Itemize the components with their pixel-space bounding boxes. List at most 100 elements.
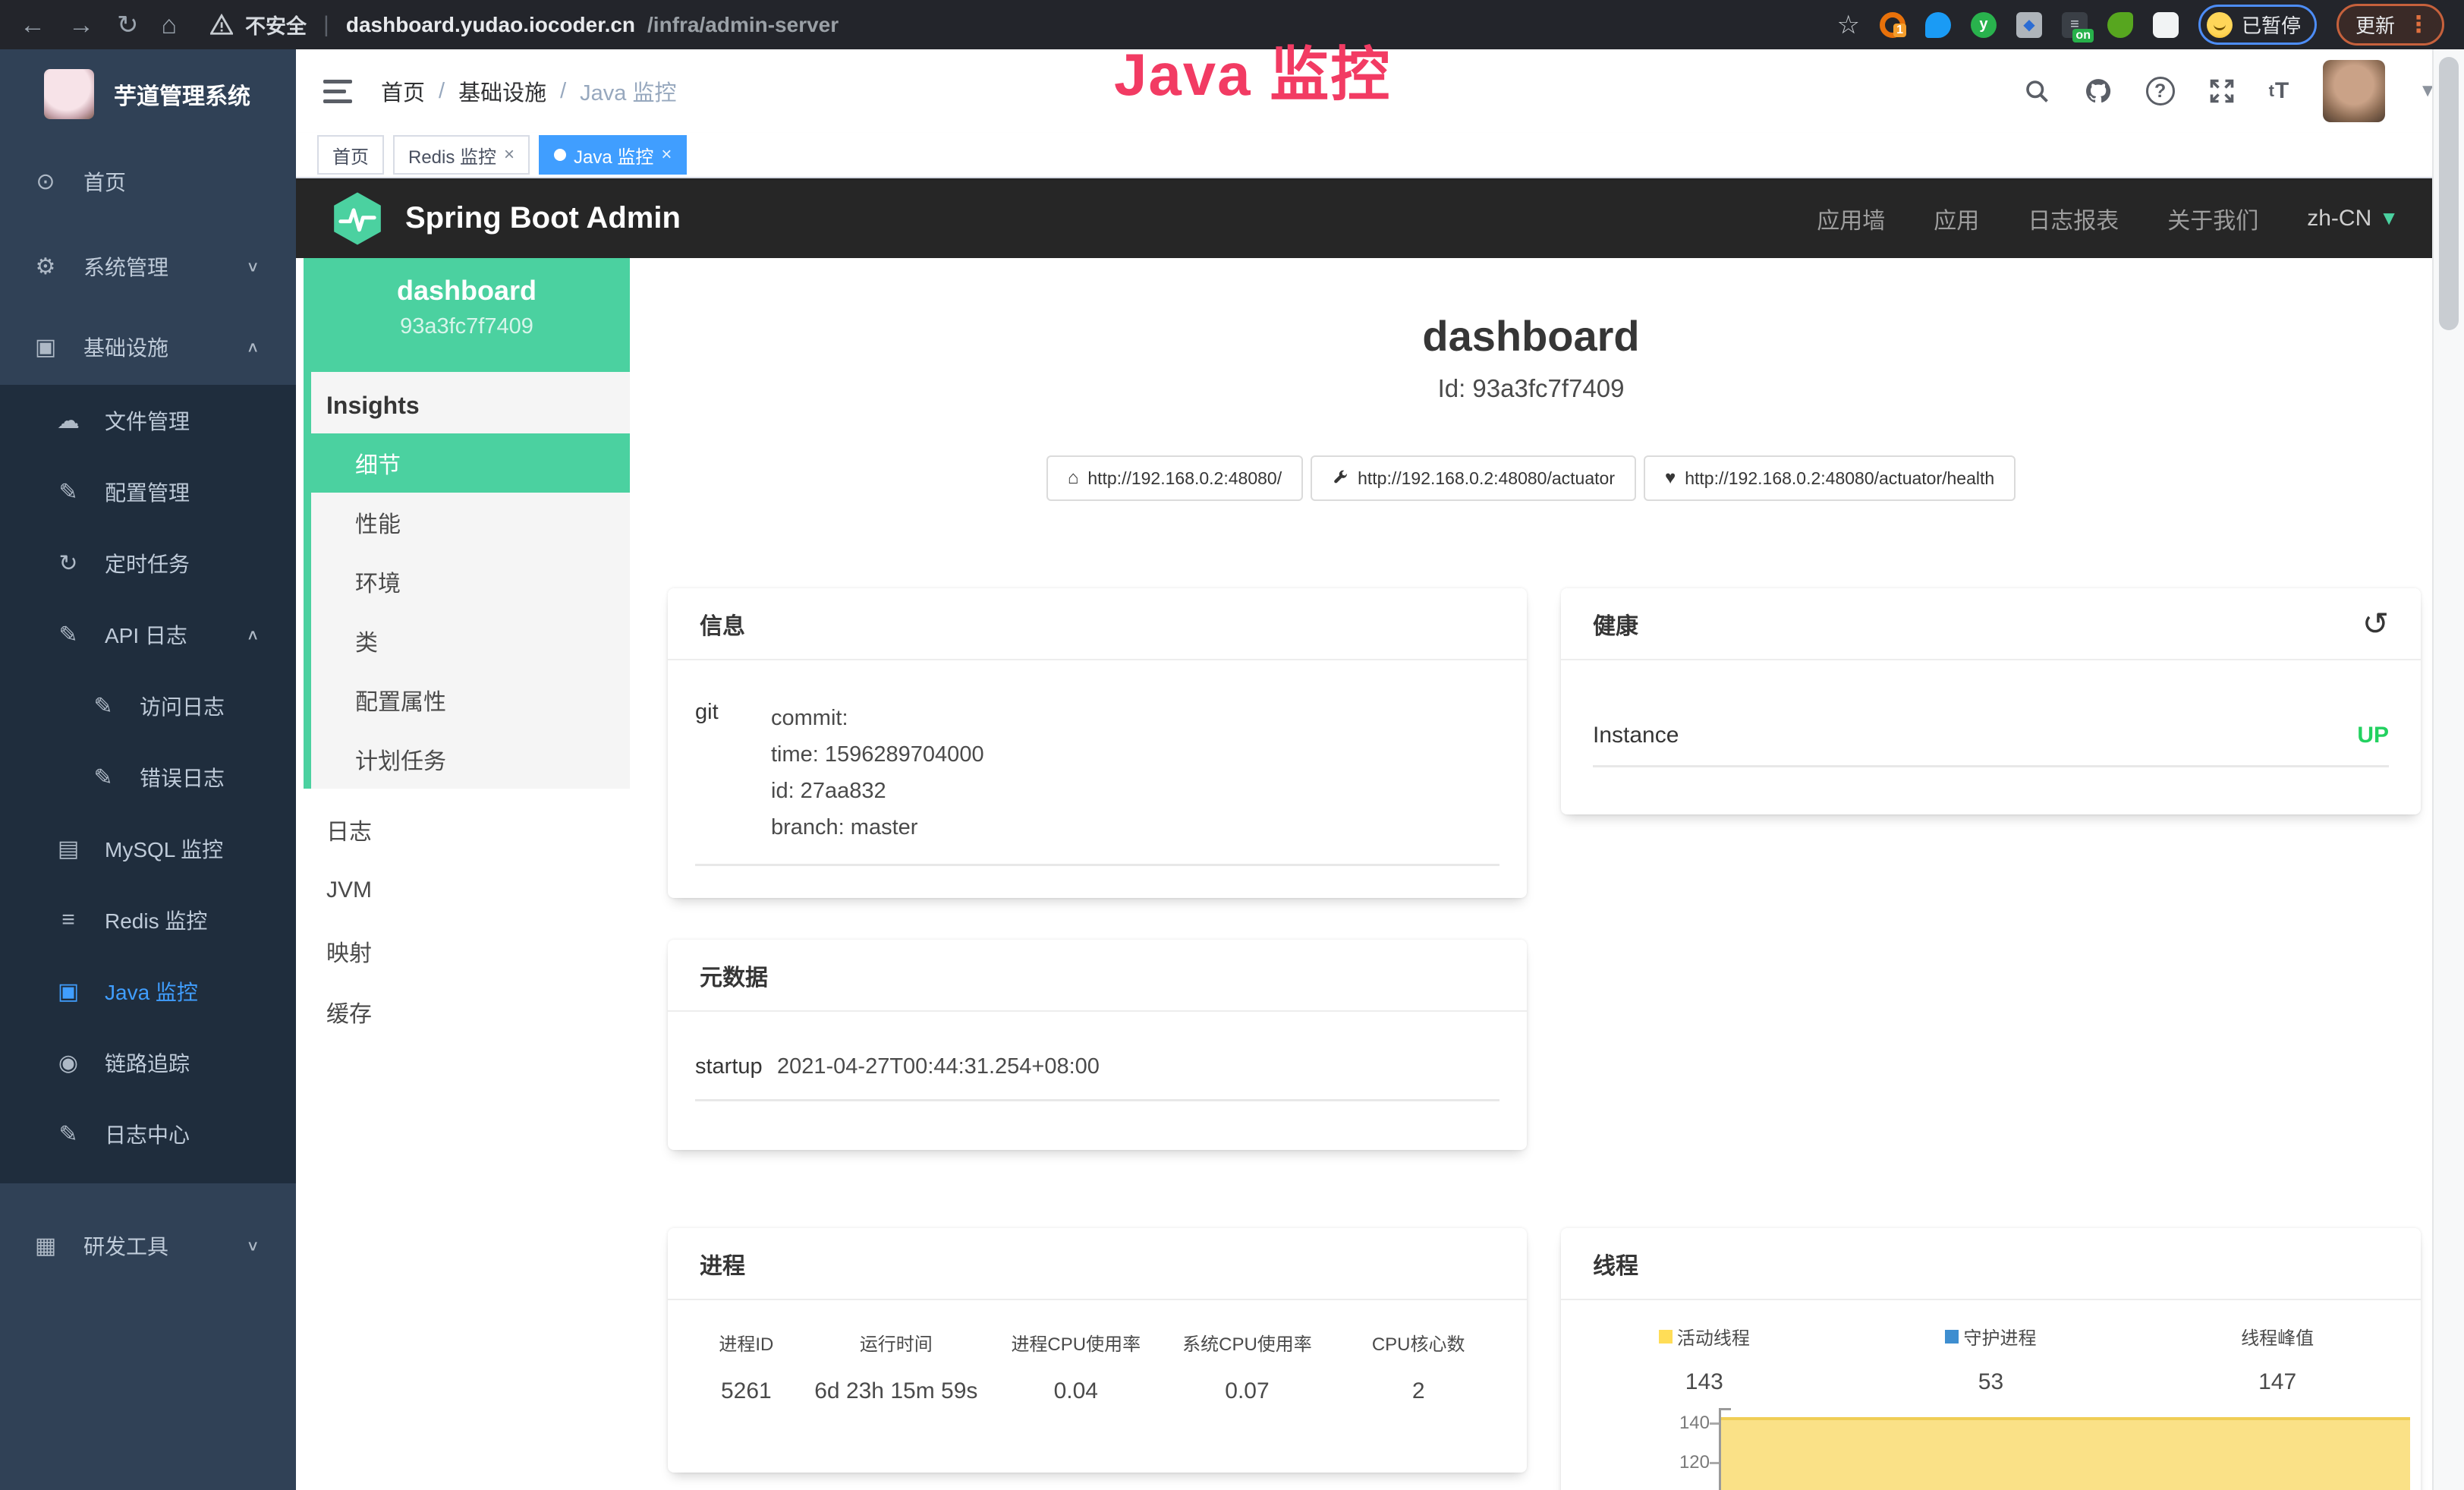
sba-brand[interactable]: Spring Boot Admin [329, 191, 681, 247]
instance-id-line: Id: 93a3fc7f7409 [630, 374, 2432, 403]
sidebar-item-trace[interactable]: ◉ 链路追踪 [0, 1027, 296, 1098]
extension-icon[interactable] [1925, 12, 1951, 38]
sidebar-item-access-logs[interactable]: ✎ 访问日志 [0, 670, 296, 742]
profile-paused-badge[interactable]: 已暂停 [2198, 5, 2317, 45]
history-icon[interactable]: ↺ [2362, 608, 2389, 640]
sidebar-item-label: Redis 监控 [105, 905, 207, 935]
sba-menu-details[interactable]: 细节 [304, 433, 630, 493]
address-bar[interactable]: 不安全 | dashboard.yudao.iocoder.cn/infra/a… [210, 10, 839, 39]
scrollbar-thumb[interactable] [2439, 57, 2459, 330]
extension-icon[interactable]: ◆ [2016, 12, 2042, 38]
sidebar-item-log-center[interactable]: ✎ 日志中心 [0, 1098, 296, 1170]
reload-icon[interactable]: ↻ [117, 12, 139, 38]
extension-icon[interactable]: y [1971, 12, 1997, 38]
close-icon[interactable]: × [661, 144, 672, 165]
sidebar-item-label: 配置管理 [105, 477, 190, 507]
breadcrumb-infrastructure[interactable]: 基础设施 [458, 75, 546, 107]
sidebar-item-label: Java 监控 [105, 976, 198, 1006]
sba-instance-name: dashboard [304, 275, 630, 307]
back-icon[interactable]: ← [20, 12, 46, 38]
sba-nav-about[interactable]: 关于我们 [2167, 202, 2258, 235]
sba-nav-journal[interactable]: 日志报表 [2028, 202, 2119, 235]
sba-menu-logs[interactable]: 日志 [304, 799, 630, 860]
help-icon[interactable]: ? [2146, 77, 2175, 106]
browser-update-button[interactable]: 更新 ⋮ [2337, 4, 2444, 46]
user-avatar[interactable] [2323, 60, 2385, 122]
app-logo [44, 69, 94, 119]
cell-value: 2 [1333, 1378, 1504, 1404]
font-size-icon[interactable]: tT [2269, 78, 2290, 104]
sba-instance-header[interactable]: dashboard 93a3fc7f7409 [304, 258, 630, 372]
sidebar-item-system-mgmt[interactable]: ⚙ 系统管理 ∨ [0, 224, 296, 309]
sba-nav-wallboard[interactable]: 应用墙 [1817, 202, 1885, 235]
legend-label: 守护进程 [1963, 1323, 2036, 1350]
live-threads-area [1721, 1417, 2410, 1490]
chevron-up-icon: ∧ [246, 625, 260, 643]
sba-menu-environment[interactable]: 环境 [311, 552, 630, 611]
sidebar-item-file-mgmt[interactable]: ☁ 文件管理 [0, 385, 296, 456]
sba-menu-caches[interactable]: 缓存 [304, 981, 630, 1042]
sidebar-item-api-logs[interactable]: ✎ API 日志 ∧ [0, 599, 296, 670]
legend-live-threads: 活动线程 143 [1561, 1323, 1848, 1395]
fullscreen-icon[interactable] [2208, 77, 2236, 105]
tab-home[interactable]: 首页 [317, 135, 384, 175]
app-logo-row[interactable]: 芋道管理系统 [0, 49, 296, 139]
search-icon[interactable] [2023, 77, 2050, 105]
threads-legend: 活动线程 143 守护进程 53 线程峰值 147 [1561, 1300, 2421, 1395]
sidebar-item-mysql-monitor[interactable]: ▤ MySQL 监控 [0, 813, 296, 884]
page-scrollbar[interactable] [2432, 49, 2464, 1490]
browser-menu-icon[interactable]: ⋮ [2407, 11, 2430, 38]
metadata-card-header: 元数据 [668, 940, 1527, 1012]
health-card: 健康 ↺ Instance UP [1561, 588, 2421, 814]
sidebar-item-java-monitor[interactable]: ▣ Java 监控 [0, 956, 296, 1027]
sidebar-item-infrastructure[interactable]: ▣ 基础设施 ∧ [0, 309, 296, 385]
process-col-pid: 进程ID 5261 [691, 1329, 802, 1404]
tab-java-monitor[interactable]: Java 监控 × [539, 135, 687, 175]
sba-menu-config-props[interactable]: 配置属性 [311, 670, 630, 729]
extension-icon[interactable] [2107, 12, 2133, 38]
sidebar-item-dev-tools[interactable]: ▦ 研发工具 ∨ [0, 1203, 296, 1288]
monitor-icon: ▣ [32, 334, 59, 361]
info-card: 信息 git commit: time: 1596289704000 id: 2… [668, 588, 1527, 898]
breadcrumb-home[interactable]: 首页 [381, 75, 425, 107]
extension-icon[interactable]: ≡on [2062, 12, 2088, 38]
metadata-value: 2021-04-27T00:44:31.254+08:00 [777, 1054, 1499, 1079]
actuator-url-button[interactable]: http://192.168.0.2:48080/actuator [1311, 455, 1636, 501]
sidebar-item-label: 首页 [83, 166, 126, 197]
puzzle-extensions-icon[interactable] [2153, 12, 2179, 38]
extension-icon[interactable]: 1 [1880, 12, 1905, 38]
sidebar-item-config-mgmt[interactable]: ✎ 配置管理 [0, 456, 296, 528]
app-sidebar: 芋道管理系统 ⊙ 首页 ⚙ 系统管理 ∨ ▣ 基础设施 ∧ ☁ 文件管理 ✎ 配… [0, 49, 296, 1490]
sba-nav-applications[interactable]: 应用 [1934, 202, 1979, 235]
cloud-upload-icon: ☁ [55, 408, 82, 434]
screen: ← → ↻ ⌂ 不安全 | dashboard.yudao.iocoder.cn… [0, 0, 2464, 1490]
health-url-button[interactable]: ♥ http://192.168.0.2:48080/actuator/heal… [1644, 455, 2016, 501]
layers-icon: ≡ [55, 907, 82, 933]
tab-label: Redis 监控 [408, 142, 496, 169]
sba-menu-mappings[interactable]: 映射 [304, 921, 630, 981]
health-card-header: 健康 ↺ [1561, 588, 2421, 660]
tab-redis-monitor[interactable]: Redis 监控 × [393, 135, 530, 175]
sba-menu-scheduled-tasks[interactable]: 计划任务 [311, 729, 630, 789]
forward-icon[interactable]: → [68, 12, 94, 38]
sidebar-item-error-logs[interactable]: ✎ 错误日志 [0, 742, 296, 813]
service-url-button[interactable]: ⌂ http://192.168.0.2:48080/ [1046, 455, 1303, 501]
health-instance-row[interactable]: Instance UP [1561, 723, 2421, 748]
github-icon[interactable] [2084, 77, 2113, 106]
home-icon[interactable]: ⌂ [162, 12, 178, 38]
legend-value: 143 [1561, 1369, 1848, 1395]
y-axis-tick: 120 [1588, 1452, 1710, 1473]
sba-language-select[interactable]: zh-CN ▼ [2307, 206, 2399, 232]
sba-menu-classes[interactable]: 类 [311, 611, 630, 670]
sidebar-item-redis-monitor[interactable]: ≡ Redis 监控 [0, 884, 296, 956]
info-value: commit: time: 1596289704000 id: 27aa832 … [771, 700, 1499, 846]
address-separator: | [323, 12, 329, 38]
bookmark-star-icon[interactable]: ☆ [1836, 10, 1859, 40]
close-icon[interactable]: × [504, 144, 515, 165]
sidebar-item-label: 文件管理 [105, 405, 190, 436]
collapse-sidebar-icon[interactable] [323, 80, 352, 103]
sba-menu-jvm[interactable]: JVM [304, 860, 630, 921]
sidebar-item-scheduled-tasks[interactable]: ↻ 定时任务 [0, 528, 296, 599]
sidebar-item-home[interactable]: ⊙ 首页 [0, 139, 296, 224]
sba-menu-metrics[interactable]: 性能 [311, 493, 630, 552]
